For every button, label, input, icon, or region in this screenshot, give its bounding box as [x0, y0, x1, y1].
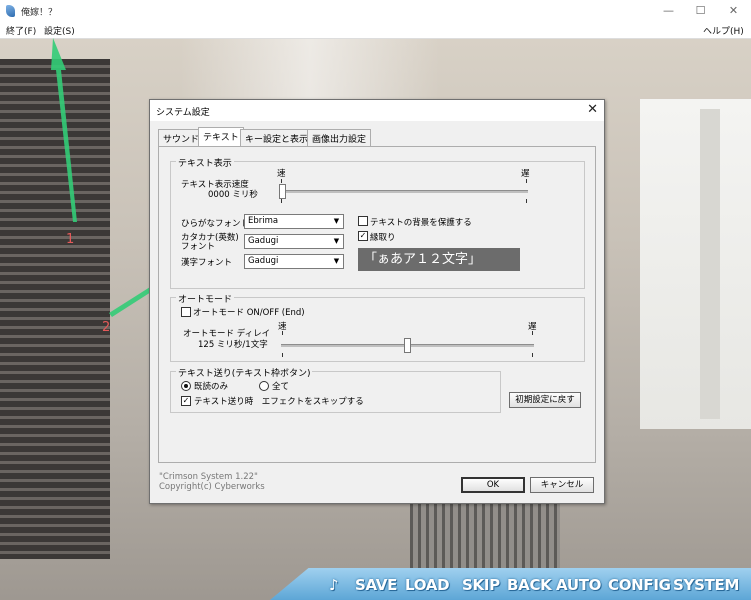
annotation-number-1: 1	[66, 232, 75, 247]
menubar: 終了(F) 設定(S) ヘルプ(H)	[0, 22, 751, 39]
text-skip-group: テキスト送り(テキスト枠ボタン) 既読のみ 全て ✓ テキスト送り時 エフェクト…	[170, 366, 501, 413]
all-radio[interactable]	[259, 381, 269, 391]
game-auto-button[interactable]: AUTO	[556, 576, 601, 594]
auto-tick-max	[532, 331, 533, 335]
game-skip-button[interactable]: SKIP	[462, 576, 500, 594]
text-display-group: テキスト表示 テキスト表示速度 0000 ミリ秒 速 遅 ひらがなフォント Eb…	[170, 156, 585, 289]
chevron-down-icon: ▼	[333, 217, 340, 225]
auto-mode-group: オートモード オートモード ON/OFF (End) オートモード ディレイ 1…	[170, 292, 585, 362]
text-display-legend: テキスト表示	[176, 156, 234, 169]
katakana-font-select[interactable]: Gadugi ▼	[244, 234, 344, 249]
maximize-icon[interactable]: ☐	[684, 0, 717, 22]
tab-image-output[interactable]: 画像出力設定	[307, 129, 372, 147]
speed-slider-thumb[interactable]	[279, 184, 286, 199]
annotation-number-2: 2	[102, 320, 111, 335]
window-titlebar: 俺嫁！？ — ☐ ✕	[0, 0, 751, 23]
speed-tick-bottom-min	[281, 199, 282, 203]
dialog-title: システム設定	[156, 108, 210, 118]
skip-effect-label: テキスト送り時 エフェクトをスキップする	[194, 397, 364, 407]
speed-tick-bottom-max	[526, 199, 527, 203]
auto-mode-legend: オートモード	[176, 292, 235, 305]
speed-slider-track[interactable]	[280, 190, 528, 193]
chevron-down-icon: ▼	[333, 257, 340, 265]
game-load-button[interactable]: LOAD	[405, 576, 450, 594]
game-back-button[interactable]: BACK	[507, 576, 552, 594]
kanji-font-label: 漢字フォント	[181, 258, 233, 268]
auto-mode-checkbox[interactable]	[181, 307, 191, 317]
scene-window	[640, 99, 751, 429]
scene-pillar	[700, 109, 720, 419]
window-blinds	[0, 59, 110, 559]
footer-system-name: "Crimson System 1.22"	[159, 472, 258, 482]
outline-checkbox[interactable]: ✓	[358, 231, 368, 241]
hiragana-font-value: Ebrima	[248, 216, 279, 226]
dialog-close-icon[interactable]: ✕	[587, 102, 598, 117]
outline-label: 縁取り	[370, 233, 396, 243]
protect-bg-label: テキストの背景を保護する	[370, 218, 472, 228]
auto-tick-bottom-max	[532, 353, 533, 357]
reset-defaults-button[interactable]: 初期設定に戻す	[509, 392, 581, 408]
cancel-button[interactable]: キャンセル	[530, 477, 594, 493]
auto-tick-min	[282, 331, 283, 335]
dialog-titlebar: システム設定 ✕	[150, 100, 604, 121]
font-preview: 「ぁあア１２文字」	[358, 248, 520, 271]
text-skip-legend: テキスト送り(テキスト枠ボタン)	[176, 366, 313, 379]
hiragana-font-select[interactable]: Ebrima ▼	[244, 214, 344, 229]
text-tab-panel: テキスト表示 テキスト表示速度 0000 ミリ秒 速 遅 ひらがなフォント Eb…	[158, 146, 596, 463]
kanji-font-select[interactable]: Gadugi ▼	[244, 254, 344, 269]
read-only-label: 既読のみ	[194, 382, 229, 392]
all-label: 全て	[272, 382, 290, 392]
window-title: 俺嫁！？	[21, 8, 58, 18]
tab-key-display[interactable]: キー設定と表示	[240, 129, 314, 147]
ok-button[interactable]: OK	[461, 477, 525, 493]
menu-settings[interactable]: 設定(S)	[44, 24, 75, 37]
katakana-font-label-2: フォント	[181, 242, 216, 252]
speed-value: 0000 ミリ秒	[208, 190, 258, 200]
auto-mode-onoff-label: オートモード ON/OFF (End)	[193, 308, 305, 318]
protect-bg-checkbox[interactable]	[358, 216, 368, 226]
game-save-button[interactable]: SAVE	[355, 576, 397, 594]
auto-tick-bottom-min	[282, 353, 283, 357]
chevron-down-icon: ▼	[333, 237, 340, 245]
menu-exit[interactable]: 終了(F)	[6, 24, 36, 37]
katakana-font-value: Gadugi	[248, 236, 279, 246]
app-icon	[6, 5, 15, 17]
speed-tick-min	[281, 179, 282, 183]
auto-slider-thumb[interactable]	[404, 338, 411, 353]
speed-slow-label: 遅	[521, 169, 530, 179]
game-system-button[interactable]: SYSTEM	[673, 576, 739, 594]
hiragana-font-label: ひらがなフォント	[181, 219, 250, 229]
footer-copyright: Copyright(c) Cyberworks	[159, 482, 265, 492]
auto-delay-value: 125 ミリ秒/1文字	[198, 340, 268, 350]
speed-fast-label: 速	[277, 169, 286, 179]
speed-tick-max	[526, 179, 527, 183]
close-icon[interactable]: ✕	[717, 0, 750, 22]
music-note-icon[interactable]: ♪	[329, 576, 339, 594]
read-only-radio[interactable]	[181, 381, 191, 391]
skip-effect-checkbox[interactable]: ✓	[181, 396, 191, 406]
system-settings-dialog: システム設定 ✕ サウンド テキスト キー設定と表示 画像出力設定 テキスト表示…	[149, 99, 605, 504]
minimize-icon[interactable]: —	[652, 0, 685, 22]
kanji-font-value: Gadugi	[248, 256, 279, 266]
menu-help[interactable]: ヘルプ(H)	[703, 24, 744, 37]
tab-text[interactable]: テキスト	[198, 127, 244, 148]
game-config-button[interactable]: CONFIG	[608, 576, 671, 594]
